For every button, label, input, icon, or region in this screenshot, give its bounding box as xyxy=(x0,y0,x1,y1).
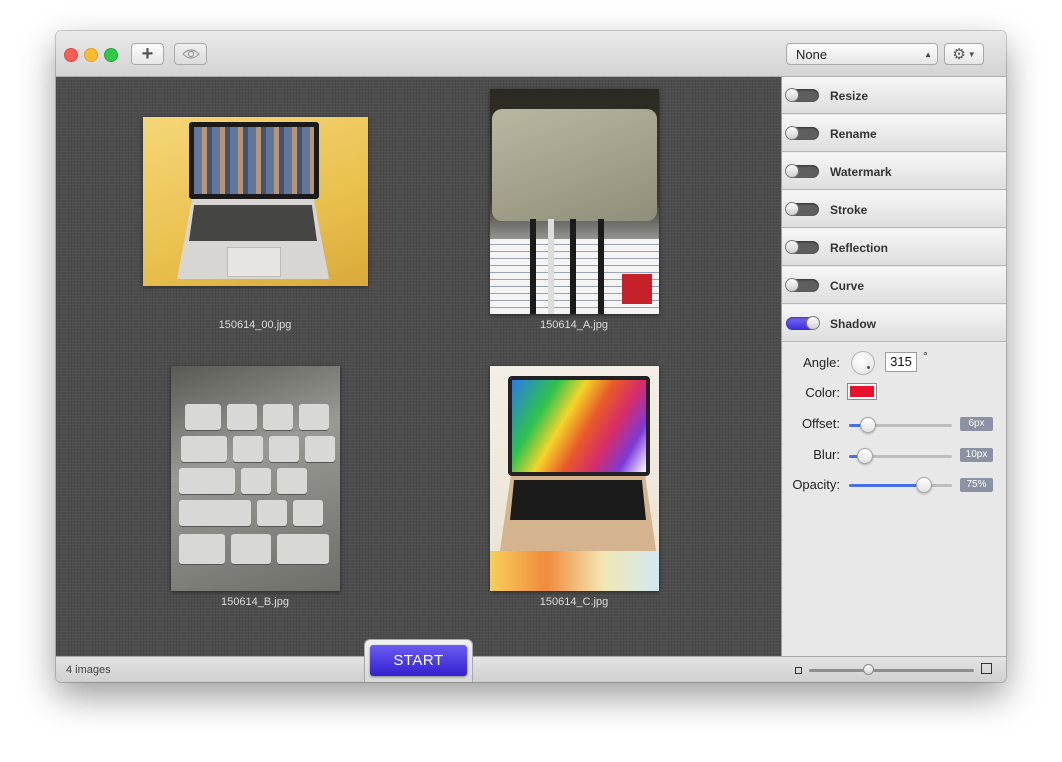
image-filename: 150614_A.jpg xyxy=(540,319,608,331)
effect-row-reflection[interactable]: Reflection xyxy=(782,229,1006,266)
effect-label: Resize xyxy=(830,89,869,103)
angle-label: Angle: xyxy=(803,355,840,370)
titlebar: + None ▲ ⚙ ▼ xyxy=(56,31,1006,77)
image-count: 4 images xyxy=(66,664,111,676)
effect-row-shadow[interactable]: Shadow xyxy=(782,305,1006,342)
gear-icon: ⚙ xyxy=(952,46,966,63)
color-label: Color: xyxy=(805,385,840,400)
plus-icon: + xyxy=(141,43,154,65)
image-canvas: 150614_00.jpg 150614_A.jpg 150614_B.jpg … xyxy=(56,77,781,656)
effect-row-resize[interactable]: Resize xyxy=(782,77,1006,114)
thumbnail-size-slider[interactable] xyxy=(809,669,974,672)
curve-toggle[interactable] xyxy=(785,278,819,292)
rename-toggle[interactable] xyxy=(785,126,819,140)
thumbnail-size-slider-thumb[interactable] xyxy=(862,664,874,675)
zoom-in-icon[interactable] xyxy=(981,663,992,674)
effect-row-curve[interactable]: Curve xyxy=(782,267,1006,304)
updown-arrows-icon: ▲ xyxy=(924,49,932,59)
effect-label: Watermark xyxy=(830,165,892,179)
degree-symbol: ° xyxy=(923,349,928,363)
add-images-button[interactable]: + xyxy=(131,43,164,65)
stroke-toggle[interactable] xyxy=(785,202,819,216)
shadow-toggle[interactable] xyxy=(786,316,820,330)
start-button[interactable]: START xyxy=(370,645,467,676)
eye-icon xyxy=(181,49,200,59)
blur-slider[interactable] xyxy=(849,448,952,464)
angle-input[interactable]: 315 xyxy=(885,352,917,372)
settings-menu-button[interactable]: ⚙ ▼ xyxy=(944,43,984,65)
offset-slider[interactable] xyxy=(849,417,952,433)
effect-row-stroke[interactable]: Stroke xyxy=(782,191,1006,228)
zoom-out-icon[interactable] xyxy=(795,667,802,674)
image-filename: 150614_B.jpg xyxy=(221,596,289,608)
effect-label: Curve xyxy=(830,279,865,293)
image-filename: 150614_C.jpg xyxy=(539,596,609,608)
shadow-settings-panel: Angle: 315 ° Color: Offset: 6px Blur: 10… xyxy=(782,343,1006,656)
start-button-container: START xyxy=(364,639,473,682)
preview-button[interactable] xyxy=(174,43,207,65)
image-filename: 150614_00.jpg xyxy=(218,319,292,331)
effect-label: Rename xyxy=(830,127,877,141)
effects-sidebar: Resize Rename Watermark Stroke Reflectio… xyxy=(781,77,1006,656)
effect-label: Stroke xyxy=(830,203,868,217)
app-window: + None ▲ ⚙ ▼ 150614_00.jpg 150614_A.jpg … xyxy=(56,31,1006,682)
close-button[interactable] xyxy=(64,48,78,62)
offset-value: 6px xyxy=(960,417,993,431)
resize-toggle[interactable] xyxy=(785,88,819,102)
shadow-color-well[interactable] xyxy=(847,383,877,400)
opacity-slider[interactable] xyxy=(849,477,952,493)
opacity-value: 75% xyxy=(960,478,993,492)
image-thumbnail[interactable] xyxy=(490,89,659,314)
offset-label: Offset: xyxy=(801,416,840,431)
image-thumbnail[interactable] xyxy=(171,366,340,591)
effect-label: Reflection xyxy=(830,241,889,255)
effect-row-watermark[interactable]: Watermark xyxy=(782,153,1006,190)
zoom-button[interactable] xyxy=(104,48,118,62)
blur-label: Blur: xyxy=(813,447,840,462)
effect-label: Shadow xyxy=(830,317,877,331)
minimize-button[interactable] xyxy=(84,48,98,62)
effect-row-rename[interactable]: Rename xyxy=(782,115,1006,152)
angle-dial[interactable] xyxy=(851,351,875,375)
image-thumbnail[interactable] xyxy=(143,117,368,286)
preset-select-value: None xyxy=(796,46,828,62)
image-thumbnail[interactable] xyxy=(490,366,659,591)
chevron-down-icon: ▼ xyxy=(967,49,976,59)
preset-select[interactable]: None ▲ xyxy=(786,43,938,65)
watermark-toggle[interactable] xyxy=(785,164,819,178)
blur-value: 10px xyxy=(960,448,993,462)
reflection-toggle[interactable] xyxy=(785,240,819,254)
status-bar: 4 images xyxy=(56,656,1006,682)
opacity-label: Opacity: xyxy=(792,477,840,492)
